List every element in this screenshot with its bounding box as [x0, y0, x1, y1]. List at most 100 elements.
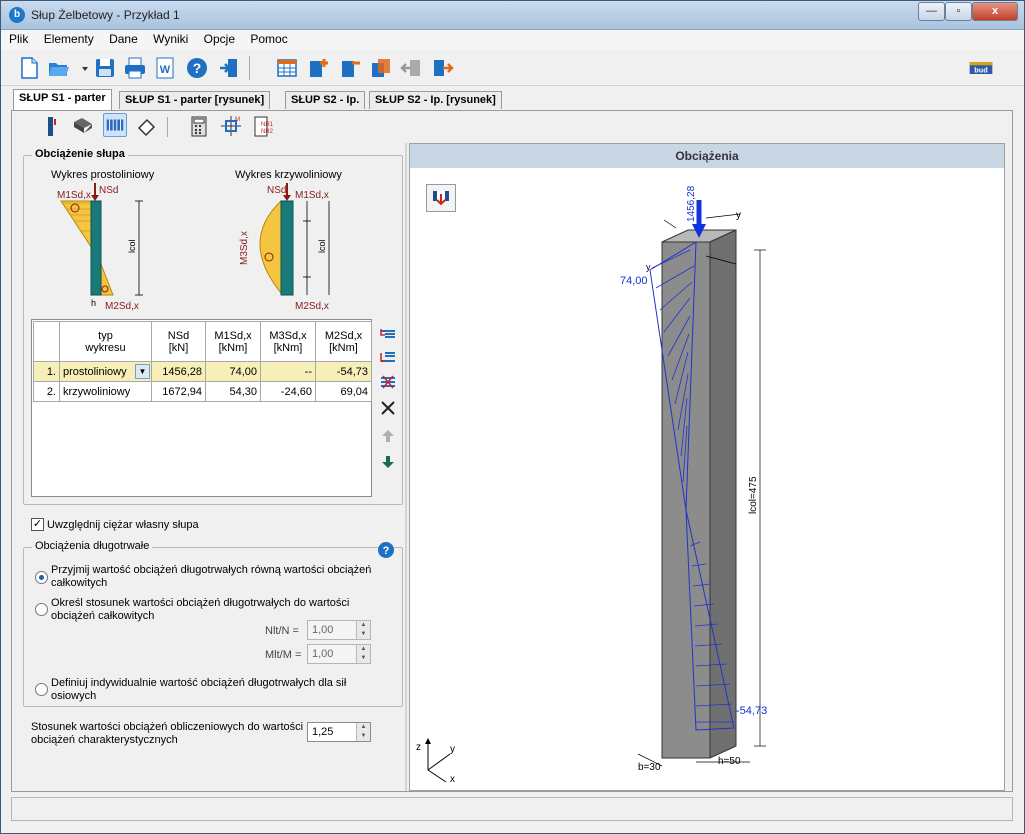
new-file-icon[interactable] [17, 56, 41, 80]
ratio-stepper[interactable]: 1,25 ▲ ▼ [307, 722, 371, 742]
cell-m3[interactable]: -24,60 [260, 381, 316, 402]
insert-row-before-icon[interactable] [379, 325, 397, 343]
menu-dane[interactable]: Dane [105, 30, 142, 48]
move-up-icon[interactable] [379, 427, 397, 445]
calculator-icon[interactable] [187, 114, 211, 138]
nlt-stepper[interactable]: 1,00 ▲ ▼ [307, 620, 371, 640]
bud-logo: bud [969, 56, 1005, 80]
tab-slup-s1-parter[interactable]: SŁUP S1 - parter [13, 89, 112, 110]
minimize-button[interactable]: — [918, 2, 945, 21]
row-index: 1. [33, 361, 60, 382]
help-icon[interactable]: ? [377, 541, 395, 559]
delete-row-icon[interactable] [379, 373, 397, 391]
longterm-equal-label: Przyjmij wartość obciążeń długotrwałych … [51, 564, 372, 589]
toolbar-separator [249, 56, 250, 80]
window-title: Słup Żelbetowy - Przykład 1 [31, 8, 180, 22]
add-element-icon[interactable] [307, 56, 331, 80]
results-icon[interactable]: NR1 NR2 [251, 114, 275, 138]
load-group-title: Obciążenie słupa [32, 148, 128, 160]
table-view-icon[interactable] [275, 56, 299, 80]
moment-top-label: 74,00 [620, 275, 648, 287]
nsd-label: NSd [99, 185, 118, 196]
remove-element-icon[interactable] [339, 56, 363, 80]
ratio-label: Stosunek wartości obciążeń obliczeniowyc… [31, 721, 304, 746]
svg-text:W: W [160, 64, 171, 76]
chevron-down-icon[interactable]: ▼ [135, 364, 150, 379]
save-icon[interactable] [93, 56, 117, 80]
table-row[interactable]: 2. krzywoliniowy 1672,94 54,30 -24,60 69… [33, 381, 372, 402]
mlt-stepper[interactable]: 1,00 ▲ ▼ [307, 644, 371, 664]
exit-icon[interactable] [217, 56, 241, 80]
cell-m3[interactable]: -- [260, 361, 316, 382]
loads-icon[interactable] [103, 113, 127, 137]
menu-bar: Plik Elementy Dane Wyniki Opcje Pomoc [1, 30, 1024, 50]
import-element-icon[interactable] [399, 56, 423, 80]
table-row[interactable]: 1. prostoliniowy ▼ 1456,28 74,00 -- -54,7… [33, 361, 372, 382]
maximize-button[interactable]: ▫ [945, 2, 972, 21]
axis-z-label: z [416, 742, 421, 753]
materials-icon[interactable] [71, 114, 95, 138]
col-header-type: typ wykresu [59, 321, 152, 362]
cell-m2[interactable]: -54,73 [315, 361, 372, 382]
col-header-m2: M2Sd,x [kNm] [315, 321, 372, 362]
top-axis-y: y [736, 210, 741, 221]
cell-type[interactable]: krzywoliniowy [59, 381, 152, 402]
h-label: h [91, 298, 96, 308]
menu-plik[interactable]: Plik [5, 30, 32, 48]
longterm-equal-radio[interactable] [35, 571, 48, 584]
copy-element-icon[interactable] [369, 56, 393, 80]
svg-text:NR1: NR1 [261, 122, 274, 128]
status-bar [11, 797, 1013, 821]
open-file-icon[interactable] [47, 56, 71, 80]
column-geometry-icon[interactable] [39, 114, 63, 138]
cell-nsd[interactable]: 1672,94 [151, 381, 206, 402]
delete-all-icon[interactable] [379, 399, 397, 417]
nlt-label: Nlt/N = [265, 625, 299, 637]
moment-axis-y: y [646, 262, 651, 272]
linear-diagram: M1Sd,x NSd M2Sd,x h lcol [57, 183, 143, 312]
open-dropdown-icon[interactable] [73, 56, 88, 80]
svg-text:NR2: NR2 [261, 129, 274, 135]
print-icon[interactable] [123, 56, 147, 80]
curved-diagram: NSd M1Sd,x M3Sd,x M2Sd,x lcol [239, 183, 330, 312]
subtoolbar-separator [167, 117, 168, 137]
export-element-icon[interactable] [431, 56, 455, 80]
menu-elementy[interactable]: Elementy [40, 30, 98, 48]
cell-m1[interactable]: 74,00 [205, 361, 261, 382]
cell-m1[interactable]: 54,30 [205, 381, 261, 402]
longterm-group-title: Obciążenia długotrwałe [32, 540, 153, 552]
svg-text:M: M [235, 117, 240, 123]
lcol-label: lcol [127, 239, 137, 253]
mlt-label: Mlt/M = [265, 649, 302, 661]
export-word-icon[interactable]: W [153, 56, 177, 80]
tab-slup-s1-rysunek[interactable]: SŁUP S1 - parter [rysunek] [119, 91, 271, 109]
m2-label: M2Sd,x [105, 301, 139, 312]
menu-wyniki[interactable]: Wyniki [149, 30, 192, 48]
self-weight-checkbox[interactable]: ✓ [31, 518, 44, 531]
cell-m2[interactable]: 69,04 [315, 381, 372, 402]
move-down-icon[interactable] [379, 453, 397, 471]
curved-lcol-label: lcol [317, 239, 327, 253]
menu-pomoc[interactable]: Pomoc [246, 30, 291, 48]
app-icon: b [9, 7, 25, 23]
insert-row-after-icon[interactable] [379, 349, 397, 367]
menu-opcje[interactable]: Opcje [200, 30, 239, 48]
tab-slup-s2[interactable]: SŁUP S2 - Ip. [285, 91, 366, 109]
longterm-ratio-radio[interactable] [35, 603, 48, 616]
diagram-curved-title: Wykres krzywoliniowy [235, 169, 342, 181]
help-icon[interactable]: ? [185, 56, 209, 80]
svg-text:?: ? [383, 545, 390, 557]
longterm-individual-label: Definiuj indywidualnie wartość obciążeń … [51, 677, 347, 702]
self-weight-label: Uwzględnij ciężar własny słupa [47, 519, 199, 531]
diagram-linear-title: Wykres prostoliniowy [51, 169, 155, 181]
tab-slup-s2-rysunek[interactable]: SŁUP S2 - Ip. [rysunek] [369, 91, 502, 109]
longterm-individual-radio[interactable] [35, 683, 48, 696]
section-icon[interactable]: M [219, 114, 243, 138]
force-label: 1456,28 [686, 185, 697, 222]
type-select[interactable]: prostoliniowy ▼ [59, 361, 152, 382]
cell-nsd[interactable]: 1456,28 [151, 361, 206, 382]
curved-nsd-label: NSd [267, 185, 286, 196]
eraser-icon[interactable] [135, 114, 159, 138]
close-button[interactable]: x [972, 2, 1018, 21]
splitter[interactable] [405, 143, 407, 791]
